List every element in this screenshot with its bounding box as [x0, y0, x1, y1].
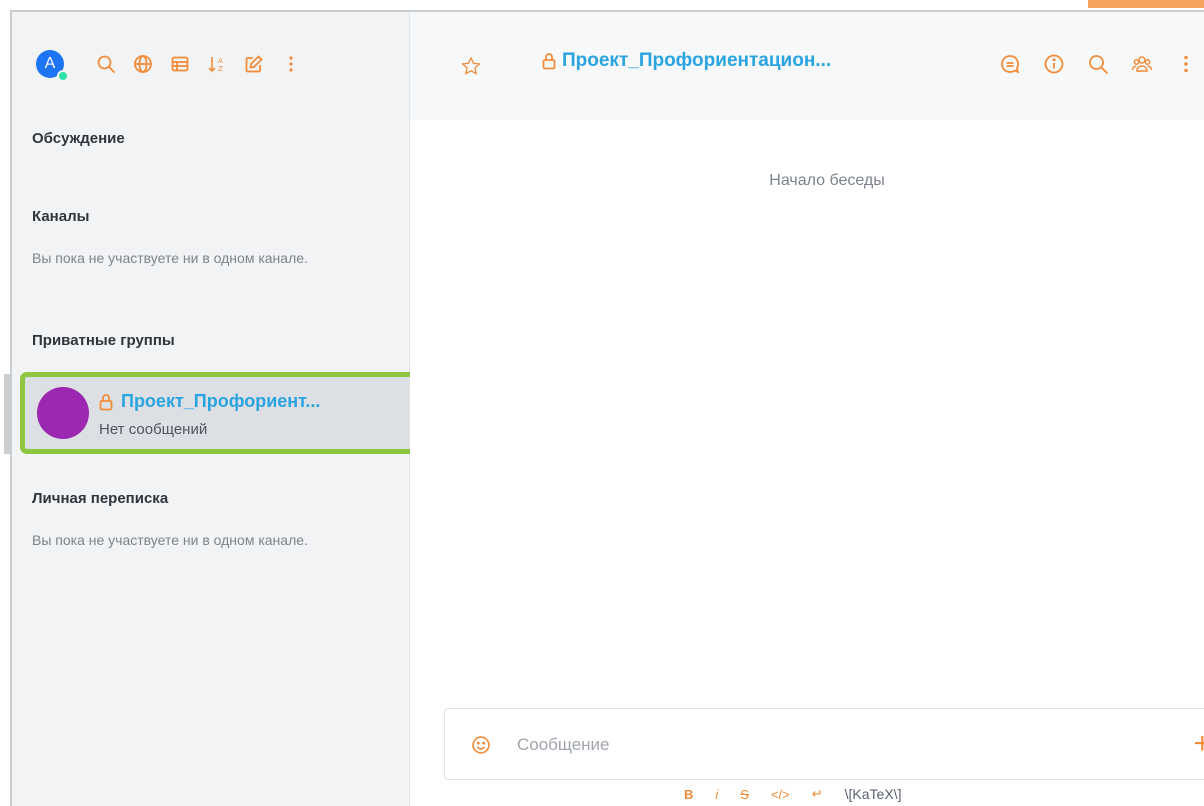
discussion-icon[interactable]: [998, 52, 1022, 76]
sidebar-item-private-room[interactable]: Проект_Профориент... Нет сообщений: [20, 372, 416, 454]
katex-button[interactable]: \[KaTeX\]: [845, 786, 902, 802]
online-status-dot: [57, 70, 69, 82]
code-button[interactable]: </>: [771, 787, 790, 802]
room-title-text: Проект_Профориентацион...: [562, 50, 832, 71]
directory-globe-icon[interactable]: [131, 52, 155, 76]
emoji-icon[interactable]: [469, 733, 493, 757]
room-selection-accent: [4, 374, 12, 454]
section-discussion: Обсуждение: [32, 130, 125, 147]
room-avatar: [37, 387, 89, 439]
plus-icon[interactable]: +: [1193, 729, 1204, 759]
sidebar-toolbar: AZ: [94, 52, 303, 76]
search-messages-icon[interactable]: [1086, 52, 1110, 76]
kebab-menu-icon[interactable]: [279, 52, 303, 76]
room-title: Проект_Профориентацион...: [542, 50, 831, 72]
favorite-star-icon[interactable]: [454, 49, 488, 83]
room-header: Проект_Профориентацион...: [410, 12, 1204, 120]
channels-empty-text: Вы пока не участвуете ни в одном канале.: [32, 250, 308, 266]
room-kebab-menu-icon[interactable]: [1174, 52, 1198, 76]
multiline-button[interactable]: ↵: [812, 786, 823, 802]
user-avatar-letter: A: [44, 55, 56, 72]
create-new-icon[interactable]: [242, 52, 266, 76]
direct-empty-text: Вы пока не участвуете ни в одном канале.: [32, 532, 308, 548]
user-avatar[interactable]: A: [36, 50, 69, 82]
message-input[interactable]: [517, 731, 1117, 759]
svg-text:Z: Z: [218, 65, 223, 73]
lock-icon: [542, 53, 556, 70]
top-strip: [0, 0, 1204, 10]
display-mode-icon[interactable]: [168, 52, 192, 76]
room-last-message: Нет сообщений: [99, 421, 208, 438]
bold-button[interactable]: B: [684, 787, 693, 802]
corner-badge: [1088, 0, 1204, 8]
app-window: A AZ Обсуждение Каналы Вы пока не участв…: [4, 12, 1204, 806]
italic-button[interactable]: i: [715, 787, 718, 802]
formatting-toolbar: B i S </> ↵ \[KaTeX\]: [684, 786, 901, 802]
section-direct-messages: Личная переписка: [32, 490, 169, 507]
room-name: Проект_Профориент...: [99, 391, 320, 412]
info-icon[interactable]: [1042, 52, 1066, 76]
lock-icon: [99, 393, 113, 410]
section-channels: Каналы: [32, 208, 90, 225]
sidebar-header: A AZ: [12, 12, 409, 120]
members-icon[interactable]: [1130, 52, 1154, 76]
chat-main: Проект_Профориентацион... Начало беседы …: [410, 12, 1204, 806]
sort-alpha-icon[interactable]: AZ: [205, 52, 229, 76]
room-actions: [998, 52, 1198, 76]
message-composer: +: [444, 708, 1204, 780]
room-name-text: Проект_Профориент...: [121, 391, 321, 411]
strike-button[interactable]: S: [740, 787, 749, 802]
section-private-groups: Приватные группы: [32, 332, 175, 349]
svg-text:A: A: [218, 57, 223, 65]
sidebar: A AZ Обсуждение Каналы Вы пока не участв…: [4, 12, 416, 806]
search-icon[interactable]: [94, 52, 118, 76]
conversation-start-label: Начало беседы: [769, 172, 885, 189]
